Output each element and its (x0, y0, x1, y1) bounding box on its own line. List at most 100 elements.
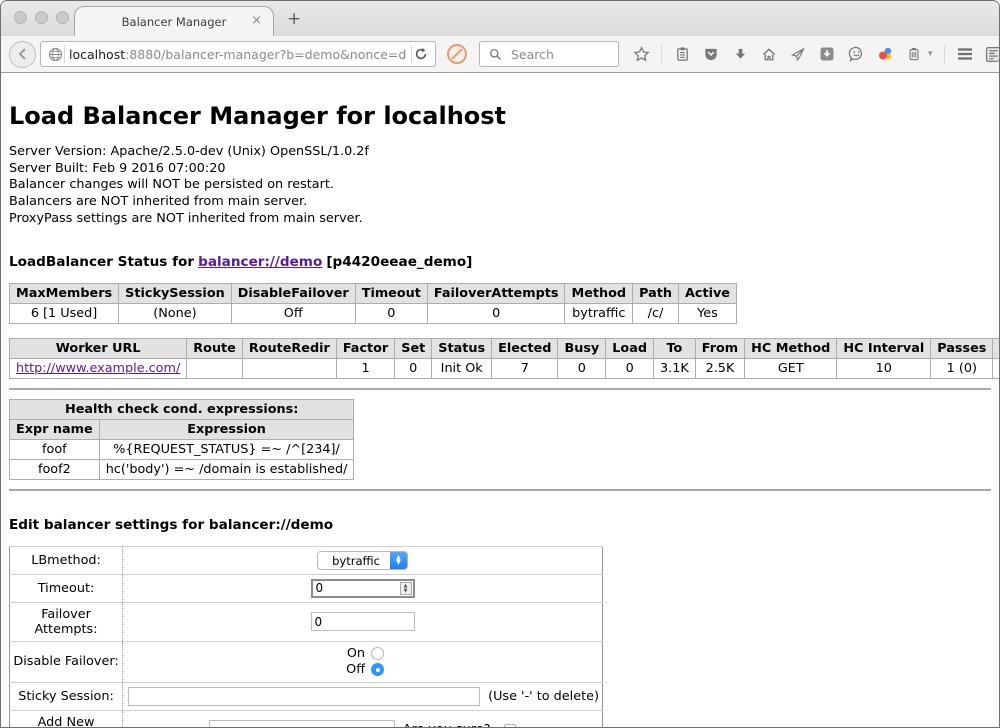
col-factor: Factor (336, 338, 394, 358)
globe-icon (46, 45, 64, 63)
page-title: Load Balancer Manager for localhost (9, 102, 991, 130)
server-built: Server Built: Feb 9 2016 07:00:20 (9, 161, 991, 178)
col-passes: Passes (931, 338, 993, 358)
sticky-session-row: Sticky Session: (Use '-' to delete) (10, 682, 603, 710)
balancer-settings-form: LBmethod: bytraffic ▲▼ Timeout: ▲▼ (9, 546, 603, 728)
confirm-checkbox[interactable] (504, 724, 516, 728)
lbmethod-select[interactable]: bytraffic ▲▼ (317, 551, 408, 570)
url-host: localhost (69, 47, 125, 62)
back-button[interactable] (9, 41, 36, 68)
add-worker-input[interactable] (209, 720, 395, 728)
col-hc-method: HC Method (745, 338, 837, 358)
container-icon[interactable] (905, 45, 923, 63)
col-active: Active (678, 283, 736, 303)
on-label: On (341, 646, 365, 662)
close-window-button[interactable] (14, 11, 27, 24)
balancer-demo-link[interactable]: balancer://demo (198, 254, 322, 270)
edit-heading: Edit balancer settings for balancer://de… (9, 517, 991, 533)
col-worker-url: Worker URL (10, 338, 187, 358)
dropdown-caret-icon[interactable]: ▾ (928, 49, 933, 59)
hamburger-menu-icon[interactable] (956, 45, 974, 63)
table-row: 6 [1 Used] (None) Off 0 0 bytraffic /c/ … (10, 303, 737, 323)
col-to: To (654, 338, 696, 358)
lbmethod-label: LBmethod: (10, 546, 123, 574)
search-bar[interactable] (479, 41, 619, 67)
failover-attempts-input[interactable] (311, 612, 415, 631)
inherit-note: Balancers are NOT inherited from main se… (9, 194, 991, 211)
table-header-row: Worker URL Route RouteRedir Factor Set S… (10, 338, 1000, 358)
timeout-label: Timeout: (10, 574, 123, 602)
section-divider (9, 388, 991, 390)
failover-attempts-row: Failover Attempts: (10, 602, 603, 641)
table-row: foof2 hc('body') =~ /domain is establish… (10, 459, 354, 479)
col-expression: Expression (99, 419, 354, 439)
sticky-session-input[interactable] (128, 687, 480, 706)
col-disablefailover: DisableFailover (231, 283, 355, 303)
col-set: Set (395, 338, 432, 358)
reload-icon[interactable] (412, 45, 430, 63)
failover-on-radio[interactable] (371, 647, 384, 660)
col-routeredir: RouteRedir (242, 338, 336, 358)
add-worker-label: Add New Worker: (10, 710, 123, 728)
col-failoverattempts: FailoverAttempts (427, 283, 565, 303)
lbmethod-row: LBmethod: bytraffic ▲▼ (10, 546, 603, 574)
lbmethod-value: bytraffic (318, 552, 390, 569)
sticky-hint: (Use '-' to delete) (488, 689, 599, 704)
clipboard-icon[interactable] (673, 45, 691, 63)
table-row: foof %{REQUEST_STATUS} =~ /^[234]/ (10, 439, 354, 459)
worker-url-link[interactable]: http://www.example.com/ (16, 361, 180, 376)
disable-failover-row: Disable Failover: On Off (10, 641, 603, 682)
navigation-toolbar: localhost:8880/balancer-manager?b=demo&n… (1, 36, 999, 73)
send-icon[interactable] (789, 45, 807, 63)
url-text[interactable]: localhost:8880/balancer-manager?b=demo&n… (69, 47, 407, 62)
search-input[interactable] (509, 46, 609, 63)
worker-row: http://www.example.com/ 1 0 Init Ok 7 0 … (10, 358, 1000, 378)
toolbar-icons: ▾ (632, 45, 1000, 63)
col-busy: Busy (558, 338, 606, 358)
grid-doc-icon[interactable] (985, 45, 1000, 63)
panel-download-icon[interactable] (818, 45, 836, 63)
disable-failover-label: Disable Failover: (10, 641, 123, 682)
select-stepper-icon: ▲▼ (390, 552, 407, 569)
close-tab-icon[interactable]: × (251, 14, 262, 27)
sticky-session-label: Sticky Session: (10, 682, 123, 710)
status-heading-suffix: [p4420eeae_demo] (326, 254, 472, 270)
col-stickysession: StickySession (119, 283, 232, 303)
toolbar-divider2 (944, 45, 945, 63)
status-heading-prefix: LoadBalancer Status for (9, 254, 194, 270)
traffic-lights (14, 11, 69, 24)
persist-note: Balancer changes will NOT be persisted o… (9, 177, 991, 194)
col-from: From (695, 338, 744, 358)
feedback-smiley-icon[interactable] (847, 45, 865, 63)
url-bar[interactable]: localhost:8880/balancer-manager?b=demo&n… (40, 41, 436, 67)
confirm-label: Are you sure? (403, 722, 491, 728)
page-content: Load Balancer Manager for localhost Serv… (1, 73, 999, 728)
col-path: Path (633, 283, 679, 303)
col-expr-name: Expr name (10, 419, 100, 439)
search-icon (486, 45, 504, 63)
col-fails: Fails (993, 338, 999, 358)
zoom-window-button[interactable] (56, 11, 69, 24)
block-icon[interactable] (447, 44, 467, 64)
home-icon[interactable] (760, 45, 778, 63)
off-label: Off (341, 662, 365, 678)
failover-off-radio[interactable] (371, 663, 384, 676)
section-divider (9, 489, 991, 491)
table-header-row: MaxMembers StickySession DisableFailover… (10, 283, 737, 303)
failover-attempts-label: Failover Attempts: (10, 602, 123, 641)
health-check-table: Health check cond. expressions: Expr nam… (9, 399, 354, 480)
col-status: Status (432, 338, 492, 358)
new-tab-button[interactable]: + (287, 9, 301, 29)
colored-dots-icon[interactable] (876, 45, 894, 63)
pocket-icon[interactable] (702, 45, 720, 63)
col-route: Route (187, 338, 243, 358)
col-maxmembers: MaxMembers (10, 283, 119, 303)
download-icon[interactable] (731, 45, 749, 63)
tab-balancer-manager[interactable]: Balancer Manager × (74, 6, 274, 36)
number-spinner-icon[interactable]: ▲▼ (400, 582, 412, 595)
worker-table: Worker URL Route RouteRedir Factor Set S… (9, 338, 999, 379)
col-load: Load (606, 338, 654, 358)
col-elected: Elected (492, 338, 558, 358)
minimize-window-button[interactable] (35, 11, 48, 24)
star-icon[interactable] (632, 45, 650, 63)
